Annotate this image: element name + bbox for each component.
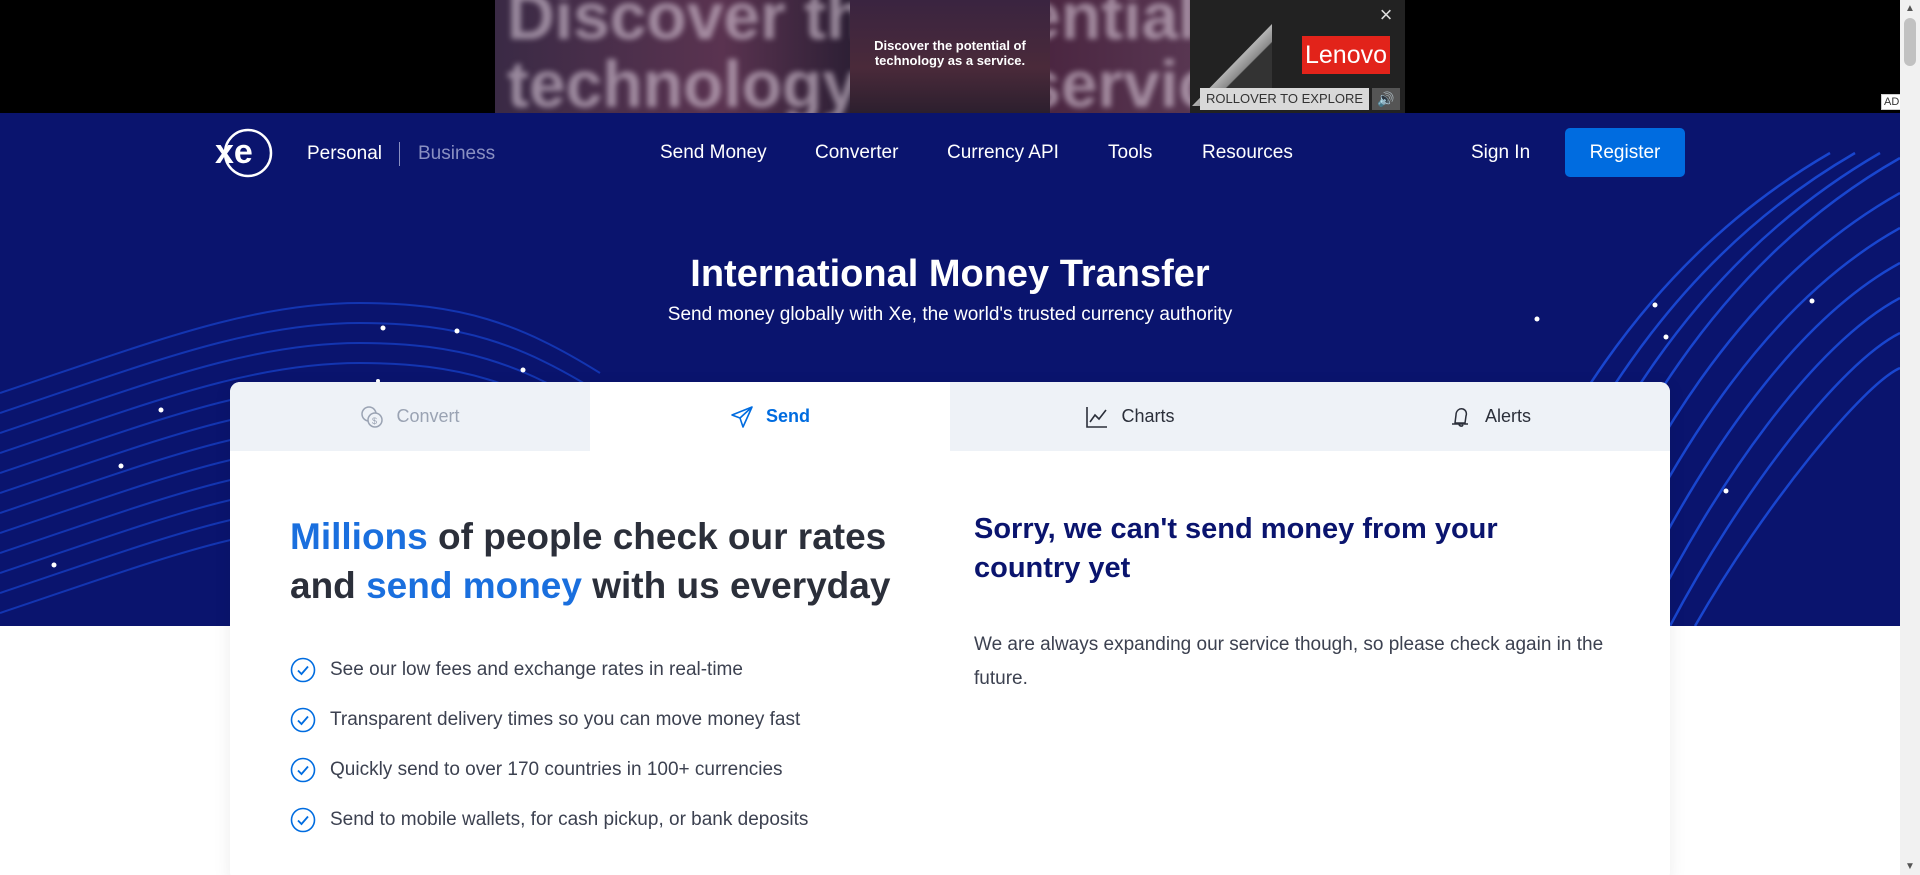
hero-subtitle: Send money globally with Xe, the world's…: [667, 304, 1233, 325]
check-circle-icon: [290, 657, 316, 683]
scroll-down-arrow-icon[interactable]: ▼: [1900, 858, 1920, 875]
check-circle-icon: [290, 707, 316, 733]
xe-logo[interactable]: xe: [213, 128, 275, 178]
check-circle-icon: [290, 757, 316, 783]
tab-send[interactable]: Send: [590, 382, 950, 451]
ad-center-panel: Discover the potential of technology as …: [850, 0, 1050, 113]
tab-convert[interactable]: $ Convert: [230, 382, 590, 451]
headline-highlight-millions: Millions: [290, 516, 428, 557]
bell-icon: [1451, 407, 1468, 427]
segment-divider: [399, 142, 400, 166]
svg-text:$: $: [372, 416, 377, 426]
headline: Millions of people check our rates and s…: [290, 512, 910, 610]
nav-resources[interactable]: Resources: [1202, 142, 1293, 164]
lenovo-logo: Lenovo: [1302, 36, 1390, 74]
ad-bar: Discover the potential of technology as …: [0, 0, 1903, 113]
feature-text: Transparent delivery times so you can mo…: [330, 709, 801, 730]
svg-text:xe: xe: [215, 133, 253, 171]
page-scrollbar[interactable]: ▲ ▼: [1900, 0, 1920, 875]
coins-icon: $: [361, 405, 384, 428]
tab-charts[interactable]: Charts: [950, 382, 1310, 451]
send-icon: [731, 405, 753, 428]
hero-title: International Money Transfer: [690, 253, 1210, 295]
segment-personal[interactable]: Personal: [307, 143, 382, 165]
register-button[interactable]: Register: [1565, 128, 1685, 177]
feature-list: See our low fees and exchange rates in r…: [290, 645, 808, 845]
top-nav: xe Personal Business Send Money Converte…: [0, 113, 1900, 191]
tab-send-label: Send: [765, 406, 810, 426]
headline-highlight-send-money: send money: [366, 565, 582, 606]
scroll-up-arrow-icon[interactable]: ▲: [1900, 0, 1920, 17]
nav-currency-api[interactable]: Currency API: [947, 142, 1059, 164]
ad-copy: Discover the potential of technology as …: [874, 38, 1026, 68]
feature-text: Send to mobile wallets, for cash pickup,…: [330, 809, 809, 830]
segment-business[interactable]: Business: [418, 143, 495, 165]
tab-convert-label: Convert: [396, 406, 460, 426]
transfer-card: $ Convert Send Charts Alerts Millions of…: [230, 382, 1670, 875]
ad-close-icon[interactable]: ×: [1375, 4, 1397, 26]
scrollbar-thumb[interactable]: [1904, 18, 1916, 66]
tab-charts-label: Charts: [1121, 406, 1175, 426]
ad-rollover-label[interactable]: ROLLOVER TO EXPLORE: [1200, 88, 1370, 110]
feature-text: See our low fees and exchange rates in r…: [330, 659, 743, 680]
speaker-icon[interactable]: 🔊: [1372, 88, 1400, 110]
tab-bar: $ Convert Send Charts Alerts: [230, 382, 1670, 451]
feature-text: Quickly send to over 170 countries in 10…: [330, 759, 783, 780]
ad-banner[interactable]: Discover the potential of technology as …: [495, 0, 1405, 113]
list-item: Quickly send to over 170 countries in 10…: [290, 745, 808, 795]
headline-text-2: with us everyday: [581, 565, 891, 606]
nav-converter[interactable]: Converter: [815, 142, 898, 164]
sign-in-link[interactable]: Sign In: [1471, 142, 1530, 164]
nav-tools[interactable]: Tools: [1108, 142, 1152, 164]
unavailable-text: We are always expanding our service thou…: [974, 634, 1604, 689]
list-item: Transparent delivery times so you can mo…: [290, 695, 808, 745]
unavailable-title: Sorry, we can't send money from your cou…: [974, 513, 1498, 584]
check-circle-icon: [290, 807, 316, 833]
chart-icon: [1086, 406, 1108, 428]
tab-alerts[interactable]: Alerts: [1310, 382, 1670, 451]
list-item: Send to mobile wallets, for cash pickup,…: [290, 795, 808, 845]
nav-send-money[interactable]: Send Money: [660, 142, 767, 164]
tab-alerts-label: Alerts: [1484, 406, 1531, 426]
list-item: See our low fees and exchange rates in r…: [290, 645, 808, 695]
